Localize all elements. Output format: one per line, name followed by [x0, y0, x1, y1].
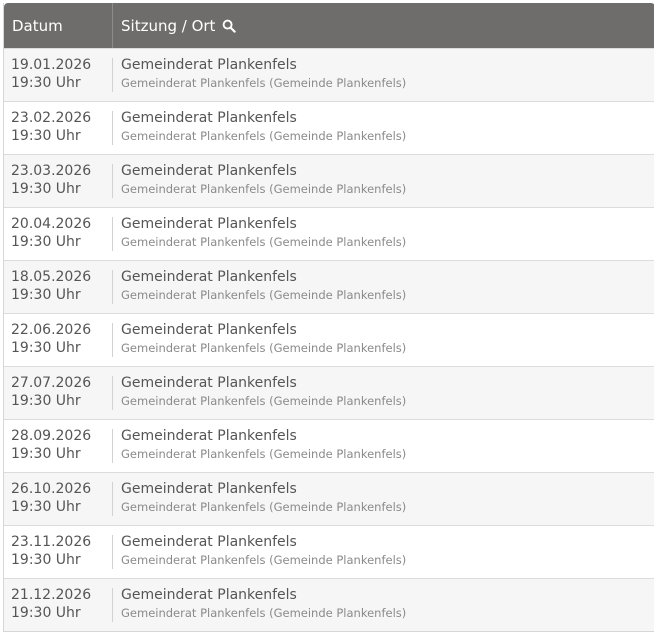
date-cell: 19.01.2026 19:30 Uhr [4, 49, 113, 101]
session-title-link[interactable]: Gemeinderat Plankenfels [121, 374, 654, 392]
table-row[interactable]: 27.07.2026 19:30 Uhr Gemeinderat Plankenfe… [4, 366, 654, 419]
session-cell: Gemeinderat Plankenfels Gemeinderat Plank… [113, 155, 654, 207]
session-date: 23.02.2026 [11, 110, 92, 126]
date-cell: 21.12.2026 19:30 Uhr [4, 579, 113, 631]
session-location: Gemeinderat Plankenfels (Gemeinde Planke… [121, 182, 407, 196]
session-cell: Gemeinderat Plankenfels Gemeinderat Plank… [113, 49, 654, 101]
column-header-date-label: Datum [12, 16, 63, 35]
session-time: 19:30 Uhr [11, 128, 81, 144]
search-icon[interactable] [222, 19, 237, 33]
table-row[interactable]: 21.12.2026 19:30 Uhr Gemeinderat Plankenfe… [4, 578, 654, 631]
table-header: Datum Sitzung / Ort [4, 3, 654, 48]
session-cell: Gemeinderat Plankenfels Gemeinderat Plank… [113, 208, 654, 260]
session-time: 19:30 Uhr [11, 605, 81, 621]
session-time: 19:30 Uhr [11, 287, 81, 303]
session-location: Gemeinderat Plankenfels (Gemeinde Planke… [121, 553, 407, 567]
session-location: Gemeinderat Plankenfels (Gemeinde Planke… [121, 288, 407, 302]
session-time: 19:30 Uhr [11, 340, 81, 356]
session-date: 19.01.2026 [11, 57, 92, 73]
session-cell: Gemeinderat Plankenfels Gemeinderat Plank… [113, 526, 654, 578]
table-row[interactable]: 18.05.2026 19:30 Uhr Gemeinderat Plankenfe… [4, 260, 654, 313]
session-time: 19:30 Uhr [11, 234, 81, 250]
table-row[interactable]: 22.06.2026 19:30 Uhr Gemeinderat Plankenfe… [4, 313, 654, 366]
session-location: Gemeinderat Plankenfels (Gemeinde Planke… [121, 394, 407, 408]
session-title-link[interactable]: Gemeinderat Plankenfels [121, 480, 654, 498]
session-cell: Gemeinderat Plankenfels Gemeinderat Plank… [113, 367, 654, 419]
table-row[interactable]: 28.09.2026 19:30 Uhr Gemeinderat Plankenfe… [4, 419, 654, 472]
session-cell: Gemeinderat Plankenfels Gemeinderat Plank… [113, 102, 654, 154]
session-time: 19:30 Uhr [11, 393, 81, 409]
column-header-session[interactable]: Sitzung / Ort [113, 3, 654, 48]
session-title-link[interactable]: Gemeinderat Plankenfels [121, 268, 654, 286]
session-location: Gemeinderat Plankenfels (Gemeinde Planke… [121, 606, 407, 620]
session-title-link[interactable]: Gemeinderat Plankenfels [121, 215, 654, 233]
session-time: 19:30 Uhr [11, 499, 81, 515]
session-date: 26.10.2026 [11, 481, 92, 497]
session-cell: Gemeinderat Plankenfels Gemeinderat Plank… [113, 579, 654, 631]
session-title-link[interactable]: Gemeinderat Plankenfels [121, 162, 654, 180]
session-date: 23.03.2026 [11, 163, 92, 179]
session-title-link[interactable]: Gemeinderat Plankenfels [121, 533, 654, 551]
date-cell: 22.06.2026 19:30 Uhr [4, 314, 113, 366]
session-date: 28.09.2026 [11, 428, 92, 444]
session-date: 21.12.2026 [11, 587, 92, 603]
session-date: 18.05.2026 [11, 269, 92, 285]
session-cell: Gemeinderat Plankenfels Gemeinderat Plank… [113, 261, 654, 313]
date-cell: 23.11.2026 19:30 Uhr [4, 526, 113, 578]
table-body: 19.01.2026 19:30 Uhr Gemeinderat Plankenfe… [4, 48, 654, 631]
session-date: 22.06.2026 [11, 322, 92, 338]
table-row[interactable]: 20.04.2026 19:30 Uhr Gemeinderat Plankenfe… [4, 207, 654, 260]
session-cell: Gemeinderat Plankenfels Gemeinderat Plank… [113, 314, 654, 366]
table-row[interactable]: 26.10.2026 19:30 Uhr Gemeinderat Plankenfe… [4, 472, 654, 525]
table-row[interactable]: 23.03.2026 19:30 Uhr Gemeinderat Plankenfe… [4, 154, 654, 207]
date-cell: 23.02.2026 19:30 Uhr [4, 102, 113, 154]
date-cell: 18.05.2026 19:30 Uhr [4, 261, 113, 313]
session-time: 19:30 Uhr [11, 181, 81, 197]
session-location: Gemeinderat Plankenfels (Gemeinde Planke… [121, 235, 407, 249]
session-time: 19:30 Uhr [11, 75, 81, 91]
session-time: 19:30 Uhr [11, 446, 81, 462]
session-cell: Gemeinderat Plankenfels Gemeinderat Plank… [113, 420, 654, 472]
session-time: 19:30 Uhr [11, 552, 81, 568]
sessions-table: Datum Sitzung / Ort 19.01.2026 19:30 Uhr G… [3, 3, 654, 632]
table-row[interactable]: 19.01.2026 19:30 Uhr Gemeinderat Plankenfe… [4, 48, 654, 101]
date-cell: 20.04.2026 19:30 Uhr [4, 208, 113, 260]
date-cell: 28.09.2026 19:30 Uhr [4, 420, 113, 472]
session-title-link[interactable]: Gemeinderat Plankenfels [121, 109, 654, 127]
column-header-date[interactable]: Datum [4, 3, 113, 48]
session-title-link[interactable]: Gemeinderat Plankenfels [121, 321, 654, 339]
session-date: 27.07.2026 [11, 375, 92, 391]
session-date: 20.04.2026 [11, 216, 92, 232]
session-title-link[interactable]: Gemeinderat Plankenfels [121, 586, 654, 604]
session-location: Gemeinderat Plankenfels (Gemeinde Planke… [121, 76, 407, 90]
session-cell: Gemeinderat Plankenfels Gemeinderat Plank… [113, 473, 654, 525]
date-cell: 23.03.2026 19:30 Uhr [4, 155, 113, 207]
session-location: Gemeinderat Plankenfels (Gemeinde Planke… [121, 129, 407, 143]
session-date: 23.11.2026 [11, 534, 92, 550]
date-cell: 26.10.2026 19:30 Uhr [4, 473, 113, 525]
table-row[interactable]: 23.02.2026 19:30 Uhr Gemeinderat Plankenfe… [4, 101, 654, 154]
session-title-link[interactable]: Gemeinderat Plankenfels [121, 56, 654, 74]
column-header-session-label: Sitzung / Ort [121, 16, 216, 35]
table-row[interactable]: 23.11.2026 19:30 Uhr Gemeinderat Plankenfe… [4, 525, 654, 578]
session-location: Gemeinderat Plankenfels (Gemeinde Planke… [121, 447, 407, 461]
session-location: Gemeinderat Plankenfels (Gemeinde Planke… [121, 500, 407, 514]
date-cell: 27.07.2026 19:30 Uhr [4, 367, 113, 419]
session-location: Gemeinderat Plankenfels (Gemeinde Planke… [121, 341, 407, 355]
session-title-link[interactable]: Gemeinderat Plankenfels [121, 427, 654, 445]
